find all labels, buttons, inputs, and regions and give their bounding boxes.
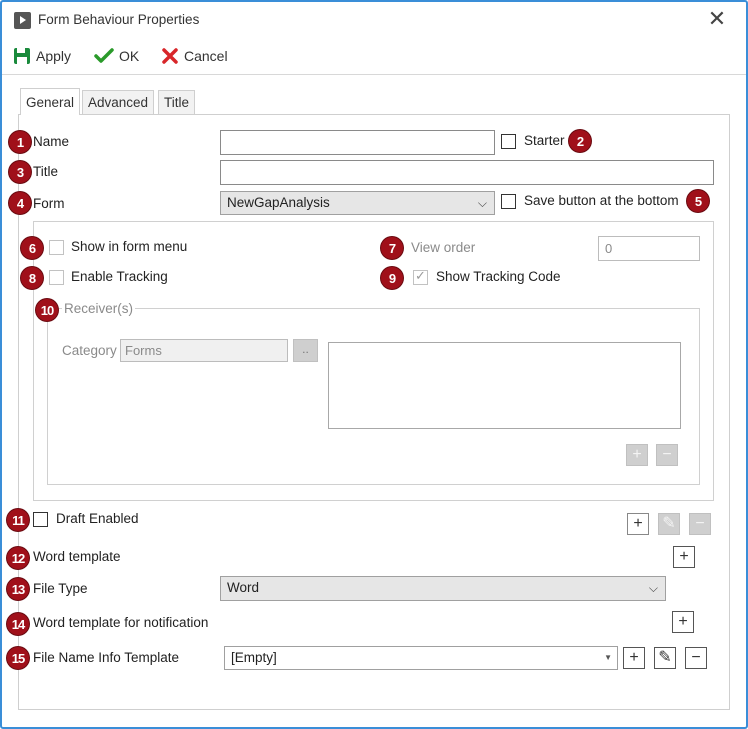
category-label: Category (62, 343, 117, 358)
plus-icon: + (629, 649, 639, 666)
receiver-add-button[interactable]: + (626, 444, 648, 466)
minus-icon: − (691, 649, 701, 666)
chevron-down-icon: ⌵ (648, 581, 658, 595)
save-bottom-label: Save button at the bottom (524, 193, 679, 208)
tab-title[interactable]: Title (158, 90, 196, 114)
draft-edit-button[interactable]: ✎ (658, 513, 680, 535)
tab-advanced[interactable]: Advanced (82, 90, 155, 114)
draft-label: Draft Enabled (56, 511, 139, 526)
form-label: Form (33, 196, 65, 211)
file-name-value: [Empty] (231, 650, 277, 665)
form-select[interactable]: NewGapAnalysis ⌵ (220, 191, 495, 215)
badge-15: 15 (7, 647, 29, 669)
starter-label: Starter (524, 133, 565, 148)
word-notification-label: Word template for notification (33, 615, 209, 630)
title-input[interactable] (220, 160, 714, 185)
x-icon (162, 48, 178, 64)
badge-8: 8 (21, 267, 43, 289)
file-type-select[interactable]: Word ⌵ (220, 576, 666, 601)
show-tracking-checkbox[interactable] (413, 268, 428, 285)
enable-tracking-label: Enable Tracking (71, 269, 168, 284)
draft-add-button[interactable]: + (627, 513, 649, 535)
word-notification-add-button[interactable]: + (672, 611, 694, 633)
badge-4: 4 (9, 192, 31, 214)
floppy-disk-icon (14, 48, 30, 64)
chevron-down-icon: ⌵ (477, 196, 487, 210)
tab-general[interactable]: General (20, 88, 81, 115)
enable-tracking-checkbox[interactable] (49, 270, 64, 285)
view-order-label: View order (411, 240, 476, 255)
window-title: Form Behaviour Properties (38, 12, 200, 27)
badge-3: 3 (9, 161, 31, 183)
minus-icon: − (695, 515, 705, 532)
file-name-edit-button[interactable]: ✎ (654, 647, 676, 669)
minus-icon: − (662, 446, 672, 463)
file-name-select[interactable]: [Empty] ▼ (224, 646, 618, 670)
plus-icon: + (632, 446, 642, 463)
plus-icon: + (633, 515, 643, 532)
file-name-add-button[interactable]: + (623, 647, 645, 669)
name-label: Name (33, 134, 70, 149)
badge-5: 5 (687, 190, 709, 212)
plus-icon: + (679, 548, 689, 565)
toolbar-divider (2, 74, 746, 75)
name-input[interactable] (220, 130, 495, 155)
cancel-label: Cancel (184, 48, 228, 64)
save-bottom-checkbox[interactable] (501, 194, 516, 209)
badge-13: 13 (7, 578, 29, 600)
cancel-button[interactable]: Cancel (161, 44, 228, 68)
show-menu-checkbox[interactable] (49, 240, 64, 255)
word-template-label: Word template (33, 549, 121, 564)
receivers-label: Receiver(s) (62, 301, 136, 316)
view-order-input[interactable]: 0 (598, 236, 700, 261)
pencil-icon: ✎ (658, 649, 672, 666)
caret-down-icon: ▼ (604, 653, 612, 662)
apply-label: Apply (36, 48, 72, 64)
ok-label: OK (119, 48, 140, 64)
badge-1: 1 (9, 131, 31, 153)
file-type-label: File Type (33, 581, 88, 596)
word-template-add-button[interactable]: + (673, 546, 695, 568)
close-icon[interactable]: ✕ (706, 8, 728, 30)
badge-9: 9 (381, 267, 403, 289)
ok-button[interactable]: OK (94, 44, 139, 68)
category-input[interactable]: Forms (120, 339, 288, 362)
form-select-value: NewGapAnalysis (227, 195, 330, 210)
title-label: Title (33, 164, 59, 179)
receivers-list[interactable] (328, 342, 681, 429)
pencil-icon: ✎ (662, 515, 676, 532)
show-menu-label: Show in form menu (71, 239, 188, 254)
badge-6: 6 (21, 237, 43, 259)
file-type-value: Word (227, 580, 260, 595)
badge-11: 11 (7, 509, 29, 531)
apply-button[interactable]: Apply (13, 44, 71, 68)
badge-2: 2 (569, 130, 591, 152)
plus-icon: + (678, 613, 688, 630)
badge-12: 12 (7, 547, 29, 569)
show-tracking-label: Show Tracking Code (436, 269, 561, 284)
checkmark-icon (94, 48, 114, 63)
badge-10: 10 (36, 299, 58, 321)
play-icon (14, 12, 31, 29)
file-name-remove-button[interactable]: − (685, 647, 707, 669)
file-name-label: File Name Info Template (33, 650, 180, 665)
receiver-remove-button[interactable]: − (656, 444, 678, 466)
category-browse-button[interactable]: .. (293, 339, 318, 362)
badge-7: 7 (381, 237, 403, 259)
starter-checkbox[interactable] (501, 134, 516, 149)
draft-remove-button[interactable]: − (689, 513, 711, 535)
badge-14: 14 (7, 613, 29, 635)
draft-checkbox[interactable] (33, 512, 48, 527)
